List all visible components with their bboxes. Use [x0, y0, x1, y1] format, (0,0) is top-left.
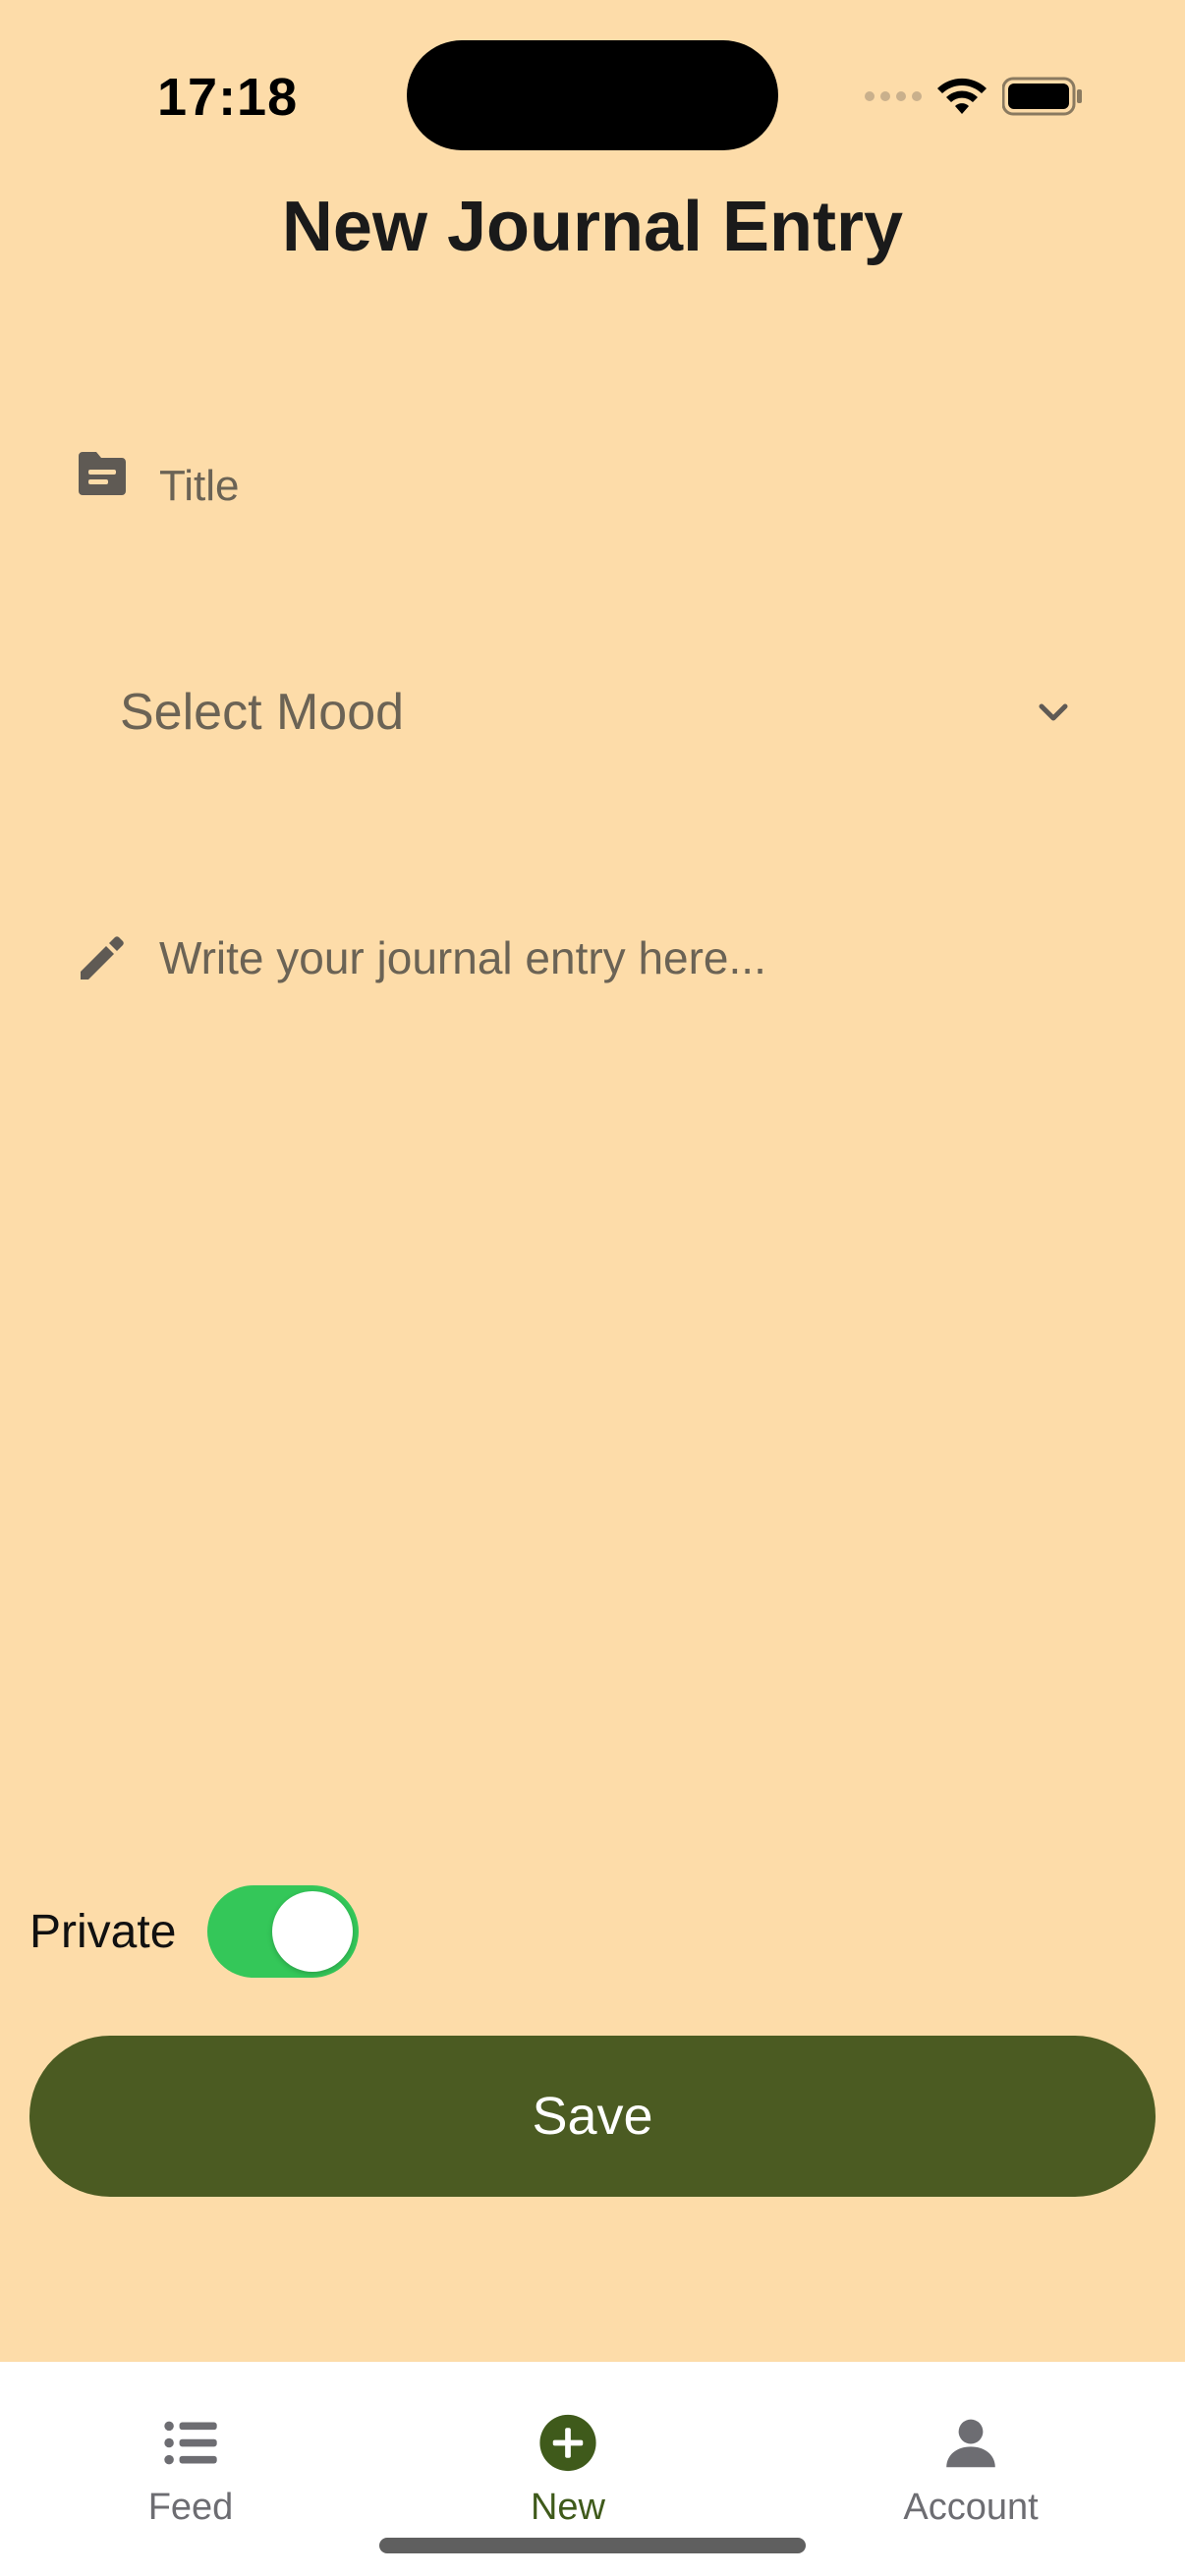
title-input[interactable]: [159, 462, 1106, 511]
private-toggle[interactable]: [207, 1885, 360, 1978]
battery-icon: [1002, 77, 1082, 116]
private-label: Private: [29, 1905, 177, 1958]
cellular-signal-icon: [865, 91, 922, 101]
entry-field-row: [75, 914, 1106, 1002]
save-button[interactable]: Save: [29, 2036, 1156, 2197]
tab-new-label: New: [530, 2487, 606, 2528]
title-field-row: [75, 432, 1106, 540]
entry-input[interactable]: [159, 931, 1106, 984]
home-indicator: [379, 2538, 806, 2553]
page-title: New Journal Entry: [281, 188, 904, 266]
wifi-icon: [937, 78, 987, 114]
private-row: Private: [29, 1884, 360, 1979]
dynamic-island: [407, 40, 778, 150]
status-time: 17:18: [157, 68, 299, 127]
toggle-knob: [272, 1891, 354, 1972]
tab-account[interactable]: Account: [843, 2362, 1099, 2529]
file-note-icon: [79, 452, 126, 495]
plus-circle-icon: [539, 2414, 596, 2472]
status-icons: [865, 75, 1083, 118]
chevron-down-icon: [1039, 703, 1068, 721]
tab-new[interactable]: New: [440, 2362, 696, 2529]
tab-feed-label: Feed: [147, 2487, 234, 2528]
list-icon: [164, 2421, 217, 2465]
person-icon: [946, 2419, 995, 2468]
pencil-icon: [81, 936, 124, 980]
mood-select-label: Select Mood: [120, 684, 405, 741]
journal-entry-screen: 17:18 New Journal Entry Select Mood: [0, 0, 1185, 2576]
mood-select[interactable]: Select Mood: [120, 658, 1073, 766]
tab-feed[interactable]: Feed: [63, 2362, 318, 2529]
tab-account-label: Account: [903, 2487, 1039, 2528]
